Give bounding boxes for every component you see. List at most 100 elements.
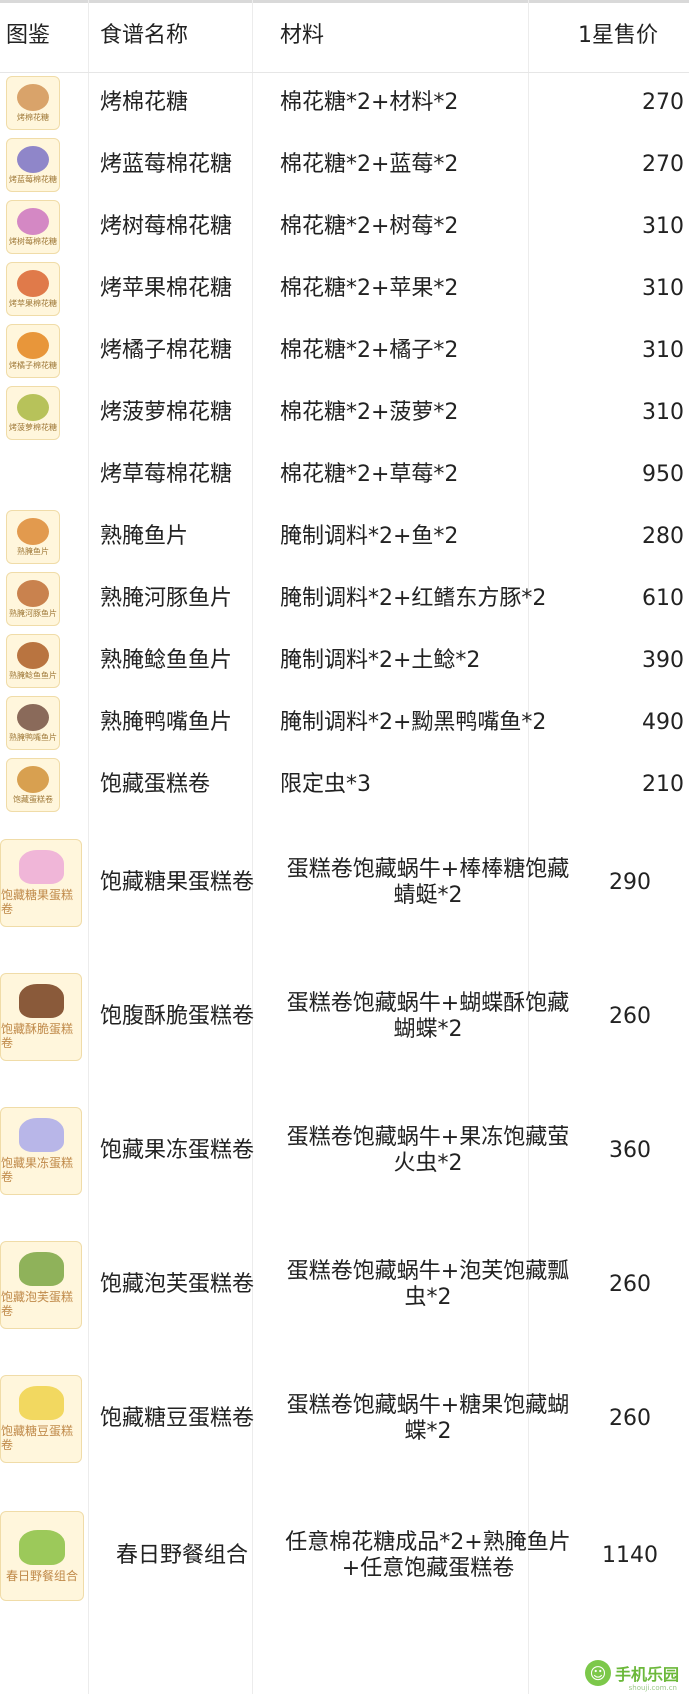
image-cell: 熟腌鱼片 bbox=[0, 506, 88, 568]
recipe-name: 烤橘子棉花糖 bbox=[100, 338, 233, 363]
recipe-materials: 腌制调料*2+黝黑鸭嘴鱼*2 bbox=[280, 710, 547, 735]
dish-picture bbox=[17, 269, 49, 297]
recipe-price: 490 bbox=[642, 710, 684, 735]
watermark-text: 手机乐园 bbox=[614, 1665, 679, 1684]
recipe-price: 270 bbox=[642, 90, 684, 115]
dish-picture bbox=[18, 850, 64, 884]
recipe-name: 饱腹酥脆蛋糕卷 bbox=[100, 1004, 255, 1029]
recipe-materials: 限定虫*3 bbox=[280, 772, 371, 797]
blueberry-marshmallow-icon: 烤蓝莓棉花糖 bbox=[6, 138, 60, 192]
thumb-caption: 饱藏糖果蛋糕卷 bbox=[1, 888, 74, 916]
dish-picture bbox=[17, 393, 49, 421]
table-row: 烤苹果棉花糖 烤苹果棉花糖 棉花糖*2+苹果*2 310 bbox=[0, 258, 689, 320]
image-cell: 熟腌鲶鱼鱼片 bbox=[0, 630, 88, 692]
recipe-name: 烤菠萝棉花糖 bbox=[100, 400, 233, 425]
recipe-materials: 蛋糕卷饱藏蜗牛+棒棒糖饱藏蜻蜓*2 bbox=[286, 857, 570, 908]
recipe-price: 950 bbox=[642, 462, 684, 487]
dish-picture bbox=[18, 1118, 64, 1152]
image-cell: 饱藏酥脆蛋糕卷 bbox=[0, 950, 88, 1084]
recipe-materials: 腌制调料*2+土鲶*2 bbox=[280, 648, 481, 673]
cake-roll-icon: 饱藏蛋糕卷 bbox=[6, 758, 60, 812]
recipe-price: 310 bbox=[642, 338, 684, 363]
roasted-marshmallow-icon: 烤棉花糖 bbox=[6, 76, 60, 130]
recipe-name: 烤棉花糖 bbox=[100, 90, 189, 115]
image-cell: 烤苹果棉花糖 bbox=[0, 258, 88, 320]
recipe-price: 1140 bbox=[602, 1543, 658, 1568]
cured-fish-icon: 熟腌鱼片 bbox=[6, 510, 60, 564]
thumb-caption: 烤蓝莓棉花糖 bbox=[9, 174, 57, 184]
recipe-materials: 蛋糕卷饱藏蜗牛+蝴蝶酥饱藏蝴蝶*2 bbox=[286, 991, 570, 1042]
dish-picture bbox=[17, 517, 49, 545]
recipe-price: 270 bbox=[642, 152, 684, 177]
image-cell: 熟腌鸭嘴鱼片 bbox=[0, 692, 88, 754]
dish-picture bbox=[17, 579, 49, 607]
cured-paddlefish-icon: 熟腌鸭嘴鱼片 bbox=[6, 696, 60, 750]
recipe-materials: 棉花糖*2+草莓*2 bbox=[280, 462, 459, 487]
apple-marshmallow-icon: 烤苹果棉花糖 bbox=[6, 262, 60, 316]
table-row: 饱藏酥脆蛋糕卷 饱腹酥脆蛋糕卷 蛋糕卷饱藏蜗牛+蝴蝶酥饱藏蝴蝶*2 260 bbox=[0, 950, 689, 1084]
recipe-price: 310 bbox=[642, 214, 684, 239]
recipe-price: 260 bbox=[609, 1004, 651, 1029]
header-materials: 材料 bbox=[280, 23, 325, 48]
dish-picture bbox=[17, 703, 49, 731]
recipe-name: 饱藏泡芙蛋糕卷 bbox=[100, 1272, 255, 1297]
thumb-caption: 烤树莓棉花糖 bbox=[9, 236, 57, 246]
header-image: 图鉴 bbox=[6, 23, 51, 48]
recipe-price: 360 bbox=[609, 1138, 651, 1163]
thumb-caption: 春日野餐组合 bbox=[5, 1568, 78, 1583]
jellybean-cake-roll-icon: 饱藏糖豆蛋糕卷 bbox=[0, 1375, 82, 1463]
thumb-caption: 饱藏果冻蛋糕卷 bbox=[1, 1156, 74, 1184]
table-row: 饱藏糖果蛋糕卷 饱藏糖果蛋糕卷 蛋糕卷饱藏蜗牛+棒棒糖饱藏蜻蜓*2 290 bbox=[0, 816, 689, 950]
recipe-name: 熟腌鲶鱼鱼片 bbox=[100, 648, 233, 673]
table-row: 熟腌河豚鱼片 熟腌河豚鱼片 腌制调料*2+红鳍东方豚*2 610 bbox=[0, 568, 689, 630]
header-price: 1星售价 bbox=[578, 23, 658, 48]
recipe-name: 烤树莓棉花糖 bbox=[100, 214, 233, 239]
image-cell: 烤橘子棉花糖 bbox=[0, 320, 88, 382]
table-row: 熟腌鱼片 熟腌鱼片 腌制调料*2+鱼*2 280 bbox=[0, 506, 689, 568]
dish-picture bbox=[19, 1529, 65, 1565]
image-cell: 饱藏糖豆蛋糕卷 bbox=[0, 1352, 88, 1486]
table-row: 烤草莓棉花糖 棉花糖*2+草莓*2 950 bbox=[0, 444, 689, 506]
candy-cake-roll-icon: 饱藏糖果蛋糕卷 bbox=[0, 839, 82, 927]
recipe-name: 烤蓝莓棉花糖 bbox=[100, 152, 233, 177]
cured-catfish-icon: 熟腌鲶鱼鱼片 bbox=[6, 634, 60, 688]
image-cell: 饱藏果冻蛋糕卷 bbox=[0, 1084, 88, 1218]
recipe-name: 饱藏糖果蛋糕卷 bbox=[100, 870, 255, 895]
thumb-caption: 熟腌鲶鱼鱼片 bbox=[9, 670, 57, 680]
recipe-materials: 棉花糖*2+材料*2 bbox=[280, 90, 459, 115]
thumb-caption: 烤橘子棉花糖 bbox=[9, 360, 57, 370]
image-cell: 烤菠萝棉花糖 bbox=[0, 382, 88, 444]
dish-picture bbox=[17, 765, 49, 793]
table-row: 饱藏果冻蛋糕卷 饱藏果冻蛋糕卷 蛋糕卷饱藏蜗牛+果冻饱藏萤火虫*2 360 bbox=[0, 1084, 689, 1218]
crispy-cake-roll-icon: 饱藏酥脆蛋糕卷 bbox=[0, 973, 82, 1061]
recipe-materials: 棉花糖*2+蓝莓*2 bbox=[280, 152, 459, 177]
image-cell: 烤蓝莓棉花糖 bbox=[0, 134, 88, 196]
cured-pufferfish-icon: 熟腌河豚鱼片 bbox=[6, 572, 60, 626]
thumb-caption: 饱藏糖豆蛋糕卷 bbox=[1, 1424, 74, 1452]
dish-picture bbox=[18, 1252, 64, 1286]
smiley-icon: ☺ bbox=[584, 1660, 611, 1686]
puff-cake-roll-icon: 饱藏泡芙蛋糕卷 bbox=[0, 1241, 82, 1329]
table-header: 图鉴 食谱名称 材料 1星售价 bbox=[0, 0, 689, 73]
orange-marshmallow-icon: 烤橘子棉花糖 bbox=[6, 324, 60, 378]
recipe-price: 210 bbox=[642, 772, 684, 797]
table-row: 烤棉花糖 烤棉花糖 棉花糖*2+材料*2 270 bbox=[0, 72, 689, 134]
recipe-materials: 棉花糖*2+树莓*2 bbox=[280, 214, 459, 239]
recipe-materials: 棉花糖*2+菠萝*2 bbox=[280, 400, 459, 425]
image-cell bbox=[0, 444, 88, 506]
jelly-cake-roll-icon: 饱藏果冻蛋糕卷 bbox=[0, 1107, 82, 1195]
table-row: 烤树莓棉花糖 烤树莓棉花糖 棉花糖*2+树莓*2 310 bbox=[0, 196, 689, 258]
recipe-name: 熟腌鱼片 bbox=[100, 524, 189, 549]
table-row: 烤菠萝棉花糖 烤菠萝棉花糖 棉花糖*2+菠萝*2 310 bbox=[0, 382, 689, 444]
recipe-price: 390 bbox=[642, 648, 684, 673]
recipe-name: 饱藏果冻蛋糕卷 bbox=[100, 1138, 255, 1163]
thumb-caption: 熟腌鸭嘴鱼片 bbox=[9, 732, 57, 742]
image-cell: 饱藏泡芙蛋糕卷 bbox=[0, 1218, 88, 1352]
recipe-name: 烤苹果棉花糖 bbox=[100, 276, 233, 301]
recipe-price: 610 bbox=[642, 586, 684, 611]
watermark-url: shouji.com.cn bbox=[628, 1684, 677, 1692]
recipe-materials: 蛋糕卷饱藏蜗牛+果冻饱藏萤火虫*2 bbox=[286, 1125, 570, 1176]
table-row: 烤橘子棉花糖 烤橘子棉花糖 棉花糖*2+橘子*2 310 bbox=[0, 320, 689, 382]
recipe-materials: 棉花糖*2+苹果*2 bbox=[280, 276, 459, 301]
dish-picture bbox=[17, 207, 49, 235]
